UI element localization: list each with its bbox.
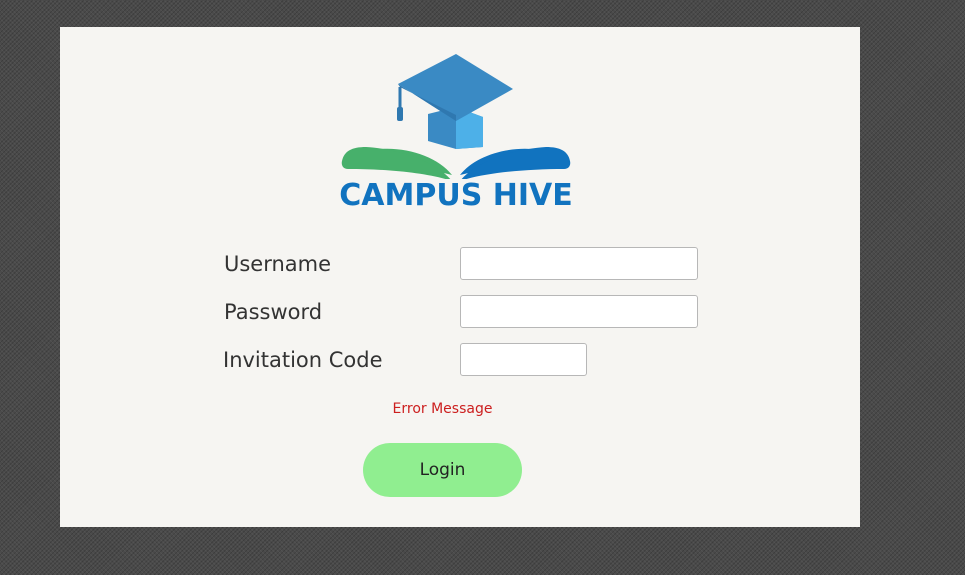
username-input[interactable] bbox=[460, 247, 698, 280]
login-button[interactable]: Login bbox=[363, 443, 522, 497]
username-label: Username bbox=[224, 252, 332, 276]
campus-hive-logo: CAMPUS HIVE bbox=[338, 49, 574, 215]
error-message: Error Message bbox=[392, 401, 493, 417]
login-panel: CAMPUS HIVE Username Password Invitation… bbox=[60, 27, 860, 527]
password-input[interactable] bbox=[460, 295, 698, 328]
invitation-code-label: Invitation Code bbox=[223, 348, 383, 372]
graduation-cap-book-icon bbox=[341, 54, 571, 179]
invitation-code-input[interactable] bbox=[460, 343, 587, 376]
password-label: Password bbox=[224, 300, 323, 324]
logo-wordmark: CAMPUS HIVE bbox=[339, 178, 573, 213]
